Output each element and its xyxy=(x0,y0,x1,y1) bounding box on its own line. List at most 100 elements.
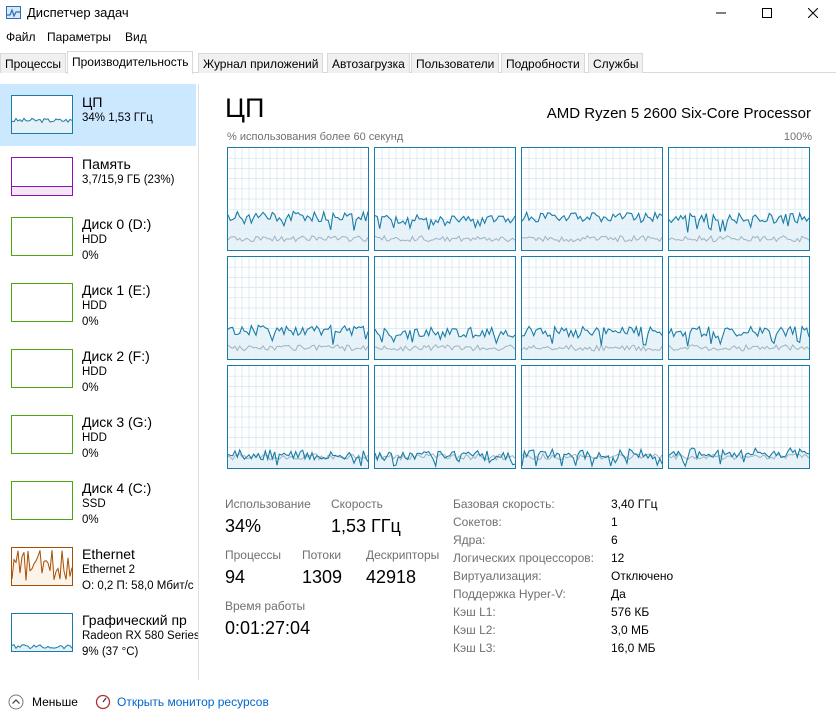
core-graph xyxy=(227,365,369,469)
sidebar-item-cpu[interactable]: ЦП 34% 1,53 ГГц xyxy=(0,84,196,146)
sidebar-item-memory[interactable]: Память 3,7/15,9 ГБ (23%) xyxy=(0,146,196,208)
open-resource-monitor-link[interactable]: Открыть монитор ресурсов xyxy=(95,694,285,710)
usage-label: Использование xyxy=(225,497,311,511)
sidebar-item-disk-2[interactable]: Диск 2 (F:) HDD 0% xyxy=(0,338,196,400)
tab-performance[interactable]: Производительность xyxy=(67,51,194,74)
fewer-details-label: Меньше xyxy=(32,695,78,709)
info-l1-value: 576 КБ xyxy=(611,605,650,619)
info-sockets-value: 1 xyxy=(611,515,618,529)
core-graph xyxy=(668,147,810,251)
processes-value: 94 xyxy=(225,567,246,587)
window-title: Диспетчер задач xyxy=(27,5,129,20)
sidebar-item-name: Диск 4 (C:) xyxy=(82,480,152,496)
core-graph xyxy=(374,365,516,469)
cpu-model-name: AMD Ryzen 5 2600 Six-Core Processor xyxy=(546,105,811,122)
sidebar-item-disk-0[interactable]: Диск 0 (D:) HDD 0% xyxy=(0,206,196,268)
core-graph xyxy=(374,256,516,360)
core-graph xyxy=(227,256,369,360)
cpu-mini-graph xyxy=(11,95,73,134)
sidebar-item-usage: 0% xyxy=(82,316,99,328)
handles-label: Дескрипторы xyxy=(366,548,440,562)
processes-label: Процессы xyxy=(225,548,282,562)
info-hyperv-value: Да xyxy=(611,587,626,601)
sidebar-item-gpu[interactable]: Графический пр Radeon RX 580 Series 9% (… xyxy=(0,602,199,664)
info-base-speed-label: Базовая скорость: xyxy=(453,497,555,511)
minimize-button[interactable] xyxy=(698,0,744,26)
core-graph xyxy=(668,256,810,360)
disk-mini-graph xyxy=(11,217,73,256)
tab-strip: Процессы Производительность Журнал прило… xyxy=(0,51,836,74)
sidebar-item-usage: 0% xyxy=(82,382,99,394)
info-l1-label: Кэш L1: xyxy=(453,605,496,619)
sidebar-item-usage: 9% (37 °C) xyxy=(82,646,139,658)
sidebar-item-name: Графический пр xyxy=(82,612,187,628)
open-resource-monitor-label: Открыть монитор ресурсов xyxy=(117,695,269,709)
sidebar-item-name: Диск 3 (G:) xyxy=(82,414,153,430)
sidebar-item-adapter: Ethernet 2 xyxy=(82,564,136,576)
uptime-label: Время работы xyxy=(225,599,306,613)
info-logical-label: Логических процессоров: xyxy=(453,551,594,565)
sidebar-item-model: Radeon RX 580 Series xyxy=(82,630,199,642)
info-logical-value: 12 xyxy=(611,551,625,565)
sidebar-item-name: Память xyxy=(82,156,131,172)
maximize-icon xyxy=(762,8,772,18)
sidebar-item-type: HDD xyxy=(82,300,107,312)
info-hyperv-label: Поддержка Hyper-V: xyxy=(453,587,566,601)
disk-mini-graph xyxy=(11,283,73,322)
info-sockets-label: Сокетов: xyxy=(453,515,502,529)
sidebar-item-type: HDD xyxy=(82,366,107,378)
sidebar-item-name: Диск 1 (E:) xyxy=(82,282,151,298)
info-base-speed-value: 3,40 ГГц xyxy=(611,497,658,511)
sidebar-item-type: HDD xyxy=(82,432,107,444)
tab-processes[interactable]: Процессы xyxy=(0,53,67,73)
core-graph xyxy=(521,147,663,251)
minimize-icon xyxy=(716,12,726,14)
core-graph xyxy=(227,147,369,251)
close-button[interactable] xyxy=(790,0,836,26)
info-virtualization-label: Виртуализация: xyxy=(453,569,542,583)
resource-sidebar: ЦП 34% 1,53 ГГц Память 3,7/15,9 ГБ (23%)… xyxy=(0,84,199,680)
core-graph xyxy=(521,365,663,469)
disk-mini-graph xyxy=(11,481,73,520)
graph-max-label: 100% xyxy=(783,131,812,143)
resource-monitor-icon xyxy=(95,694,111,710)
tab-details[interactable]: Подробности xyxy=(501,53,585,73)
core-graph xyxy=(374,147,516,251)
title-bar: Диспетчер задач xyxy=(0,0,836,26)
disk-mini-graph xyxy=(11,415,73,454)
sidebar-item-throughput: О: 0,2 П: 58,0 Мбит/с xyxy=(82,580,194,592)
core-graph xyxy=(668,365,810,469)
usage-value: 34% xyxy=(225,516,262,536)
sidebar-item-disk-4[interactable]: Диск 4 (C:) SSD 0% xyxy=(0,470,196,532)
sidebar-item-ethernet[interactable]: Ethernet Ethernet 2 О: 0,2 П: 58,0 Мбит/… xyxy=(0,536,196,598)
sidebar-item-detail: 34% 1,53 ГГц xyxy=(82,112,153,124)
ethernet-mini-graph xyxy=(11,547,73,586)
handles-value: 42918 xyxy=(366,567,417,587)
menu-view[interactable]: Вид xyxy=(125,30,147,44)
chevron-up-icon xyxy=(8,694,24,710)
fewer-details-button[interactable]: Меньше xyxy=(8,694,98,710)
menu-file[interactable]: Файл xyxy=(6,30,36,44)
tab-app-history[interactable]: Журнал приложений xyxy=(198,53,324,73)
disk-mini-graph xyxy=(11,349,73,388)
sidebar-item-usage: 0% xyxy=(82,514,99,526)
gpu-mini-graph xyxy=(11,613,73,652)
tab-users[interactable]: Пользователи xyxy=(411,53,500,73)
core-graph xyxy=(521,256,663,360)
sidebar-item-usage: 0% xyxy=(82,448,99,460)
sidebar-item-name: Диск 2 (F:) xyxy=(82,348,150,364)
logical-processor-graphs xyxy=(227,147,812,470)
memory-mini-graph xyxy=(11,157,73,196)
menu-bar: Файл Параметры Вид xyxy=(0,28,836,48)
sidebar-item-disk-3[interactable]: Диск 3 (G:) HDD 0% xyxy=(0,404,196,466)
tab-startup[interactable]: Автозагрузка xyxy=(327,53,410,73)
menu-options[interactable]: Параметры xyxy=(47,30,111,44)
sidebar-item-disk-1[interactable]: Диск 1 (E:) HDD 0% xyxy=(0,272,196,334)
speed-label: Скорость xyxy=(331,497,383,511)
sidebar-item-name: ЦП xyxy=(82,94,103,110)
tab-services[interactable]: Службы xyxy=(588,53,644,73)
maximize-button[interactable] xyxy=(744,0,790,26)
info-l3-label: Кэш L3: xyxy=(453,641,496,655)
graph-caption: % использования более 60 секунд xyxy=(227,131,404,143)
sidebar-item-name: Диск 0 (D:) xyxy=(82,216,152,232)
